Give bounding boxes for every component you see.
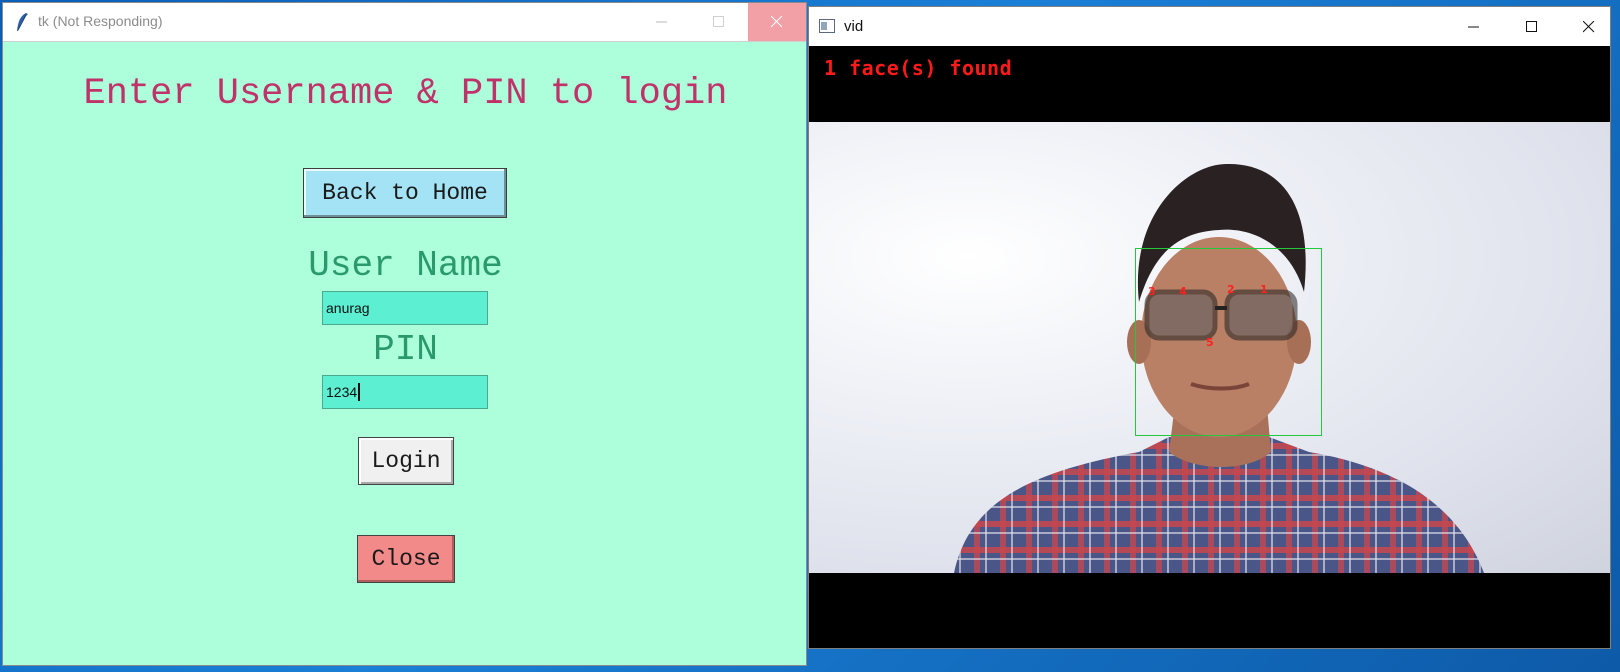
maximize-icon bbox=[713, 16, 724, 27]
close-icon bbox=[771, 16, 783, 28]
username-input[interactable]: anurag bbox=[322, 291, 488, 325]
tk-window: tk (Not Responding) Enter Username & PIN… bbox=[2, 2, 807, 666]
app-icon bbox=[819, 19, 835, 33]
back-to-home-button[interactable]: Back to Home bbox=[303, 168, 507, 218]
tk-window-title: tk (Not Responding) bbox=[38, 13, 163, 29]
face-bounding-box bbox=[1135, 248, 1322, 436]
close-icon bbox=[1583, 20, 1595, 32]
username-value: anurag bbox=[326, 300, 370, 316]
feather-icon bbox=[17, 13, 28, 31]
minimize-icon bbox=[656, 21, 667, 23]
maximize-button[interactable] bbox=[1503, 7, 1561, 46]
vid-titlebar[interactable]: vid bbox=[809, 7, 1610, 46]
pin-input[interactable]: 1234 bbox=[322, 375, 488, 409]
minimize-button[interactable] bbox=[1445, 7, 1503, 46]
login-button[interactable]: Login bbox=[358, 437, 454, 485]
landmark-label: 5 bbox=[1206, 336, 1214, 349]
landmark-label: 2 bbox=[1227, 283, 1235, 296]
username-label: User Name bbox=[308, 245, 503, 286]
text-caret bbox=[358, 383, 361, 401]
minimize-icon bbox=[1468, 26, 1479, 27]
maximize-icon bbox=[1526, 20, 1537, 32]
pin-value: 1234 bbox=[326, 384, 358, 400]
landmark-label: 1 bbox=[1260, 283, 1268, 296]
landmark-label: 3 bbox=[1148, 285, 1156, 298]
tk-titlebar[interactable]: tk (Not Responding) bbox=[3, 3, 806, 42]
close-button[interactable]: Close bbox=[357, 535, 455, 583]
landmark-label: 4 bbox=[1179, 285, 1187, 298]
maximize-button[interactable] bbox=[690, 3, 748, 41]
close-window-button[interactable] bbox=[748, 3, 806, 41]
close-window-button[interactable] bbox=[1560, 7, 1618, 46]
camera-feed: 3 4 2 1 5 bbox=[809, 122, 1610, 573]
face-count-overlay: 1 face(s) found bbox=[824, 56, 1013, 80]
login-heading: Enter Username & PIN to login bbox=[83, 73, 728, 115]
vid-window: vid 1 face(s) found 3 4 2 1 5 bbox=[808, 6, 1611, 649]
minimize-button[interactable] bbox=[633, 3, 691, 41]
pin-label: PIN bbox=[373, 329, 438, 370]
vid-window-title: vid bbox=[844, 18, 864, 35]
